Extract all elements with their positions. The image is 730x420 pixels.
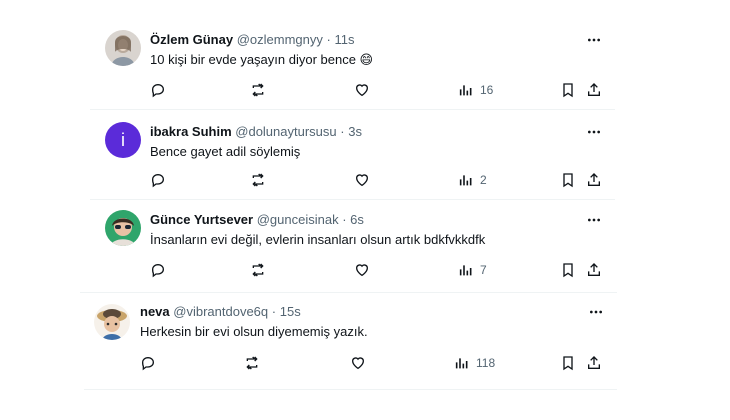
separator-dot: ·: [340, 124, 345, 139]
avatar-letter: i: [121, 129, 125, 150]
bookmark-button[interactable]: [560, 81, 576, 99]
more-button[interactable]: [583, 32, 605, 48]
timestamp[interactable]: 3s: [348, 124, 362, 139]
timestamp[interactable]: 15s: [280, 304, 301, 319]
views-chart-icon: [459, 265, 472, 276]
views-button[interactable]: 2: [458, 171, 487, 189]
like-button[interactable]: [354, 171, 370, 189]
reply-icon: [151, 173, 165, 188]
tweet-text: İnsanların evi değil, evlerin insanları …: [150, 232, 486, 247]
separator-dot: ·: [326, 32, 331, 47]
avatar[interactable]: [94, 304, 130, 340]
retweet-icon: [252, 173, 264, 187]
retweet-button[interactable]: [250, 261, 266, 279]
views-count: 2: [480, 173, 487, 187]
bookmark-button[interactable]: [560, 261, 576, 279]
share-button[interactable]: [586, 81, 602, 99]
bookmark-button[interactable]: [560, 171, 576, 189]
heart-icon: [355, 84, 369, 97]
share-icon: [588, 173, 600, 186]
tweet-2[interactable]: i ibakra Suhim @dolunaytursusu · 3s Benc…: [90, 110, 615, 198]
share-button[interactable]: [586, 354, 602, 372]
avatar-photo-icon: [105, 210, 141, 246]
like-button[interactable]: [354, 261, 370, 279]
reply-icon: [141, 356, 155, 371]
tweet-text: Bence gayet adil söylemiş: [150, 144, 301, 159]
reply-button[interactable]: [150, 171, 166, 189]
reply-button[interactable]: [150, 261, 166, 279]
bookmark-icon: [563, 173, 573, 188]
display-name[interactable]: ibakra Suhim: [150, 124, 232, 139]
retweet-icon: [246, 356, 258, 370]
more-button[interactable]: [585, 304, 607, 320]
separator-dot: ·: [271, 304, 277, 319]
avatar-photo-icon: [94, 304, 130, 340]
tweet-text: 10 kişi bir evde yaşayın diyor bence 😄: [150, 52, 374, 67]
reply-icon: [151, 263, 165, 278]
avatar[interactable]: [105, 210, 141, 246]
more-button[interactable]: [583, 124, 605, 140]
retweet-icon: [252, 83, 264, 97]
views-chart-icon: [459, 175, 472, 186]
more-dots-icon: [588, 130, 600, 134]
timestamp[interactable]: 11s: [334, 32, 354, 47]
views-chart-icon: [455, 358, 468, 369]
separator-dot: ·: [342, 212, 347, 227]
heart-icon: [351, 357, 365, 370]
reply-button[interactable]: [140, 354, 156, 372]
views-count: 7: [480, 263, 487, 277]
reply-button[interactable]: [150, 81, 166, 99]
more-dots-icon: [590, 310, 602, 314]
views-button[interactable]: 7: [458, 261, 487, 279]
share-icon: [588, 356, 600, 369]
more-button[interactable]: [583, 212, 605, 228]
tweet-header: Günce Yurtsever @gunceisinak · 6s: [150, 212, 364, 228]
user-handle[interactable]: @vibrantdove6q: [173, 304, 268, 319]
views-button[interactable]: 16: [458, 81, 493, 99]
bookmark-icon: [563, 83, 573, 98]
heart-icon: [355, 264, 369, 277]
views-count: 16: [480, 83, 494, 97]
display-name[interactable]: Günce Yurtsever: [150, 212, 253, 227]
bookmark-icon: [563, 263, 573, 278]
more-dots-icon: [588, 38, 600, 42]
retweet-button[interactable]: [250, 171, 266, 189]
heart-icon: [355, 174, 369, 187]
user-handle[interactable]: @dolunaytursusu: [235, 124, 336, 139]
tweet-text: Herkesin bir evi olsun diyememiş yazık.: [140, 324, 368, 339]
reply-icon: [151, 83, 165, 98]
tweet-header: neva @vibrantdove6q · 15s: [140, 304, 301, 320]
user-handle[interactable]: @gunceisinak: [257, 212, 339, 227]
tweet-4[interactable]: neva @vibrantdove6q · 15s Herkesin bir e…: [82, 294, 617, 388]
more-dots-icon: [588, 218, 600, 222]
like-button[interactable]: [350, 354, 366, 372]
bookmark-icon: [563, 356, 573, 371]
share-icon: [588, 263, 600, 276]
divider: [84, 389, 617, 390]
tweet-1[interactable]: Özlem Günay @ozlemmgnyy · 11s 10 kişi bi…: [90, 20, 615, 108]
display-name[interactable]: Özlem Günay: [150, 32, 233, 47]
tweet-3[interactable]: Günce Yurtsever @gunceisinak · 6s İnsanl…: [90, 200, 615, 288]
views-count: 118: [476, 356, 496, 370]
like-button[interactable]: [354, 81, 370, 99]
views-button[interactable]: 118: [454, 354, 495, 372]
tweet-header: ibakra Suhim @dolunaytursusu · 3s: [150, 124, 362, 140]
avatar[interactable]: i: [105, 122, 141, 158]
share-button[interactable]: [586, 171, 602, 189]
views-chart-icon: [459, 85, 472, 96]
display-name[interactable]: neva: [140, 304, 170, 319]
bookmark-button[interactable]: [560, 354, 576, 372]
tweet-header: Özlem Günay @ozlemmgnyy · 11s: [150, 32, 354, 48]
avatar-photo-icon: [105, 30, 141, 66]
avatar[interactable]: [105, 30, 141, 66]
retweet-button[interactable]: [250, 81, 266, 99]
share-icon: [588, 83, 600, 96]
retweet-button[interactable]: [244, 354, 260, 372]
divider: [80, 292, 617, 293]
share-button[interactable]: [586, 261, 602, 279]
retweet-icon: [252, 263, 264, 277]
timestamp[interactable]: 6s: [350, 212, 364, 227]
user-handle[interactable]: @ozlemmgnyy: [237, 32, 323, 47]
